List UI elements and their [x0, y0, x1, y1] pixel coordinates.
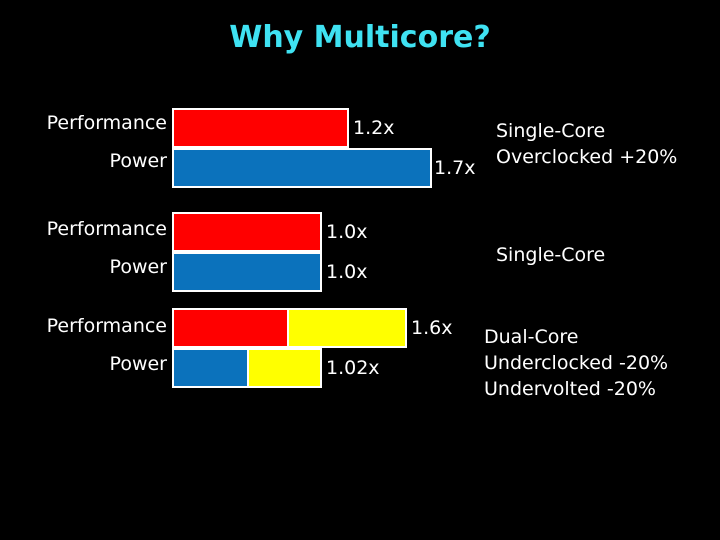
power-value-label: 1.0x — [326, 261, 368, 283]
category-labels: Performance Power — [0, 316, 167, 375]
bar-segment-power-core1 — [174, 150, 430, 186]
description-line: Undervolted -20% — [484, 378, 656, 400]
performance-value-label: 1.6x — [411, 317, 453, 339]
description-line: Overclocked +20% — [496, 146, 678, 168]
bar-group-single-core-baseline: Performance Power 1.0x 1.0x — [0, 208, 720, 296]
bar-segment-power-core1 — [174, 350, 247, 386]
performance-bar[interactable] — [172, 212, 322, 252]
group-description-single-core-overclocked: Single-Core Overclocked +20% — [496, 118, 677, 170]
bar-segment-performance-core1 — [174, 214, 320, 250]
description-line: Single-Core — [496, 120, 606, 142]
bar-segment-performance-core2 — [287, 310, 405, 346]
description-line: Single-Core — [496, 244, 606, 266]
bar-segment-performance-core1 — [174, 110, 347, 146]
category-label-performance: Performance — [46, 112, 167, 134]
category-label-power: Power — [109, 353, 167, 375]
bar-segment-performance-core1 — [174, 310, 287, 346]
group-description-dual-core-underclocked: Dual-Core Underclocked -20% Undervolted … — [484, 324, 668, 402]
performance-bar[interactable] — [172, 108, 349, 148]
performance-bar[interactable] — [172, 308, 407, 348]
category-label-performance: Performance — [46, 315, 167, 337]
performance-value-label: 1.2x — [353, 117, 395, 139]
category-label-performance: Performance — [46, 218, 167, 240]
description-line: Dual-Core — [484, 326, 579, 348]
power-value-label: 1.7x — [434, 157, 476, 179]
power-value-label: 1.02x — [326, 357, 380, 379]
performance-value-label: 1.0x — [326, 221, 368, 243]
description-line: Underclocked -20% — [484, 352, 669, 374]
group-description-single-core-baseline: Single-Core — [496, 242, 605, 268]
power-bar[interactable] — [172, 148, 432, 188]
category-labels: Performance Power — [0, 113, 167, 172]
category-label-power: Power — [109, 256, 167, 278]
power-bar[interactable] — [172, 252, 322, 292]
category-labels: Performance Power — [0, 219, 167, 278]
bar-segment-power-core1 — [174, 254, 320, 290]
bar-segment-power-core2 — [247, 350, 320, 386]
page-title: Why Multicore? — [229, 20, 491, 55]
power-bar[interactable] — [172, 348, 322, 388]
category-label-power: Power — [109, 150, 167, 172]
slide-canvas: Why Multicore? Performance Power 1.2x 1.… — [0, 0, 720, 540]
